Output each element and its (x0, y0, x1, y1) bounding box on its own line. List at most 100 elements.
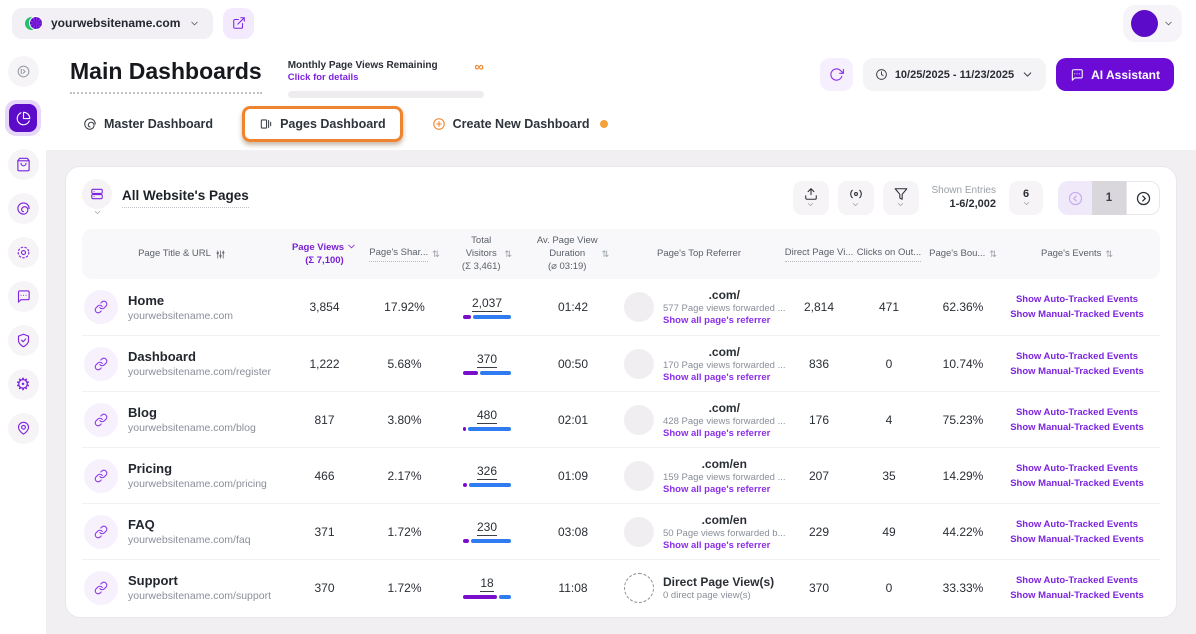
quota-details-link[interactable]: Click for details (288, 72, 438, 83)
export-button[interactable] (793, 181, 829, 215)
page-link-button[interactable] (84, 403, 118, 437)
col-events[interactable]: Page's Events⇅ (1002, 248, 1152, 261)
columns-icon (259, 117, 273, 131)
tab-pages-dashboard[interactable]: Pages Dashboard (242, 106, 403, 142)
referrer-name: .com/ (663, 401, 786, 415)
referrer-name: .com/en (663, 457, 786, 471)
show-all-referrer-link[interactable]: Show all page's referrer (663, 372, 786, 383)
visitors-split-bar (463, 371, 511, 375)
sidebar-item-visitor-focus[interactable] (8, 237, 39, 268)
outbound-clicks-value: 35 (854, 469, 924, 483)
page-url-text: yourwebsitename.com/register (128, 366, 271, 378)
sidebar-item-dashboards[interactable] (5, 100, 41, 136)
sidebar: ⚙ (0, 46, 46, 634)
show-manual-tracked-events-link[interactable]: Show Manual-Tracked Events (1010, 366, 1144, 377)
referrer-name: Direct Page View(s) (663, 575, 774, 589)
sidebar-item-collapse-toggle[interactable] (8, 56, 39, 87)
show-auto-tracked-events-link[interactable]: Show Auto-Tracked Events (1016, 407, 1138, 418)
alerts-icon (849, 187, 863, 201)
show-auto-tracked-events-link[interactable]: Show Auto-Tracked Events (1016, 575, 1138, 586)
total-visitors-cell: 230 (442, 520, 532, 543)
page-size-select[interactable]: 6 (1009, 181, 1043, 215)
page-url-text: yourwebsitename.com/blog (128, 422, 256, 434)
chevron-down-icon (851, 200, 860, 209)
website-selector[interactable]: yourwebsitename.com (12, 8, 213, 39)
page-header: Main Dashboards Monthly Page Views Remai… (46, 46, 1196, 150)
col-page-share[interactable]: Page's Shar...⇅ (367, 247, 442, 262)
visitors-split-bar (463, 539, 511, 543)
top-referrer-cell: Direct Page View(s) 0 direct page view(s… (614, 573, 784, 603)
monthly-quota: Monthly Page Views Remaining Click for d… (288, 60, 484, 98)
show-all-referrer-link[interactable]: Show all page's referrer (663, 315, 786, 326)
tab-master-dashboard[interactable]: Master Dashboard (70, 106, 226, 142)
ai-assistant-button[interactable]: AI Assistant (1056, 58, 1174, 91)
table-row: Dashboard yourwebsitename.com/register 1… (82, 335, 1160, 391)
col-page-title[interactable]: Page Title & URL (82, 248, 282, 261)
filter-button[interactable] (883, 181, 919, 215)
sidebar-item-behavior[interactable] (8, 193, 39, 224)
sidebar-item-ecommerce[interactable] (8, 149, 39, 180)
page-views-value: 370 (282, 581, 367, 595)
direct-views-value: 207 (784, 469, 854, 483)
page-url-text: yourwebsitename.com/support (128, 590, 271, 602)
arrow-right-circle-icon (1135, 190, 1152, 207)
outbound-clicks-value: 0 (854, 357, 924, 371)
pages-table-card: All Website's Pages (65, 166, 1177, 618)
open-website-button[interactable] (223, 8, 254, 39)
tab-create-new-dashboard[interactable]: Create New Dashboard (419, 106, 621, 142)
link-icon (94, 300, 108, 314)
col-total-visitors[interactable]: TotalVisitors(Σ 3,461)⇅ (442, 235, 532, 273)
date-range-picker[interactable]: 10/25/2025 - 11/23/2025 (863, 58, 1046, 91)
col-avg-duration[interactable]: Av. Page ViewDuration(⌀ 03:19)⇅ (532, 235, 614, 273)
total-visitors-cell: 326 (442, 464, 532, 487)
account-menu[interactable] (1123, 5, 1182, 42)
chevron-down-icon (1022, 199, 1031, 208)
col-outbound-clicks[interactable]: Clicks on Out... (854, 247, 924, 262)
show-auto-tracked-events-link[interactable]: Show Auto-Tracked Events (1016, 519, 1138, 530)
show-auto-tracked-events-link[interactable]: Show Auto-Tracked Events (1016, 351, 1138, 362)
sidebar-item-settings[interactable]: ⚙ (8, 369, 39, 400)
alerts-button[interactable] (838, 181, 874, 215)
page-views-value: 3,854 (282, 300, 367, 314)
top-referrer-cell: .com/ 170 Page views forwarded ... Show … (614, 345, 784, 383)
page-link-button[interactable] (84, 347, 118, 381)
show-all-referrer-link[interactable]: Show all page's referrer (663, 484, 786, 495)
show-manual-tracked-events-link[interactable]: Show Manual-Tracked Events (1010, 534, 1144, 545)
next-page-button[interactable] (1126, 181, 1160, 215)
show-auto-tracked-events-link[interactable]: Show Auto-Tracked Events (1016, 463, 1138, 474)
chevron-down-icon (806, 200, 815, 209)
outbound-clicks-value: 471 (854, 300, 924, 314)
page-link-button[interactable] (84, 459, 118, 493)
dashed-target-icon (16, 245, 31, 260)
show-manual-tracked-events-link[interactable]: Show Manual-Tracked Events (1010, 309, 1144, 320)
arrow-right-circle-icon (16, 64, 31, 79)
total-visitors-value: 2,037 (472, 296, 502, 312)
sidebar-item-communication[interactable] (8, 281, 39, 312)
page-link-button[interactable] (84, 515, 118, 549)
show-manual-tracked-events-link[interactable]: Show Manual-Tracked Events (1010, 478, 1144, 489)
col-direct-views[interactable]: Direct Page Vi... (784, 247, 854, 262)
sidebar-item-location[interactable] (8, 413, 39, 444)
top-referrer-cell: .com/ 428 Page views forwarded ... Show … (614, 401, 784, 439)
show-manual-tracked-events-link[interactable]: Show Manual-Tracked Events (1010, 422, 1144, 433)
page-link-button[interactable] (84, 290, 118, 324)
total-visitors-cell: 18 (442, 576, 532, 599)
visitors-bar-segment-2 (471, 539, 511, 543)
referrer-favicon (624, 517, 654, 547)
sidebar-item-privacy[interactable] (8, 325, 39, 356)
refresh-button[interactable] (820, 58, 853, 91)
show-manual-tracked-events-link[interactable]: Show Manual-Tracked Events (1010, 590, 1144, 601)
current-page[interactable]: 1 (1092, 181, 1126, 215)
page-link-button[interactable] (84, 571, 118, 605)
page-title-text: Blog (128, 405, 256, 420)
show-all-referrer-link[interactable]: Show all page's referrer (663, 428, 786, 439)
show-auto-tracked-events-link[interactable]: Show Auto-Tracked Events (1016, 294, 1138, 305)
external-link-icon (232, 16, 246, 30)
chat-bubble-icon (16, 289, 31, 304)
col-page-views[interactable]: Page Views(Σ 7,100) (282, 241, 367, 268)
show-all-referrer-link[interactable]: Show all page's referrer (663, 540, 786, 551)
col-bounce[interactable]: Page's Bou...⇅ (924, 248, 1002, 261)
page-title-text: Dashboard (128, 349, 271, 364)
table-view-selector[interactable] (82, 179, 112, 217)
prev-page-button[interactable] (1058, 181, 1092, 215)
